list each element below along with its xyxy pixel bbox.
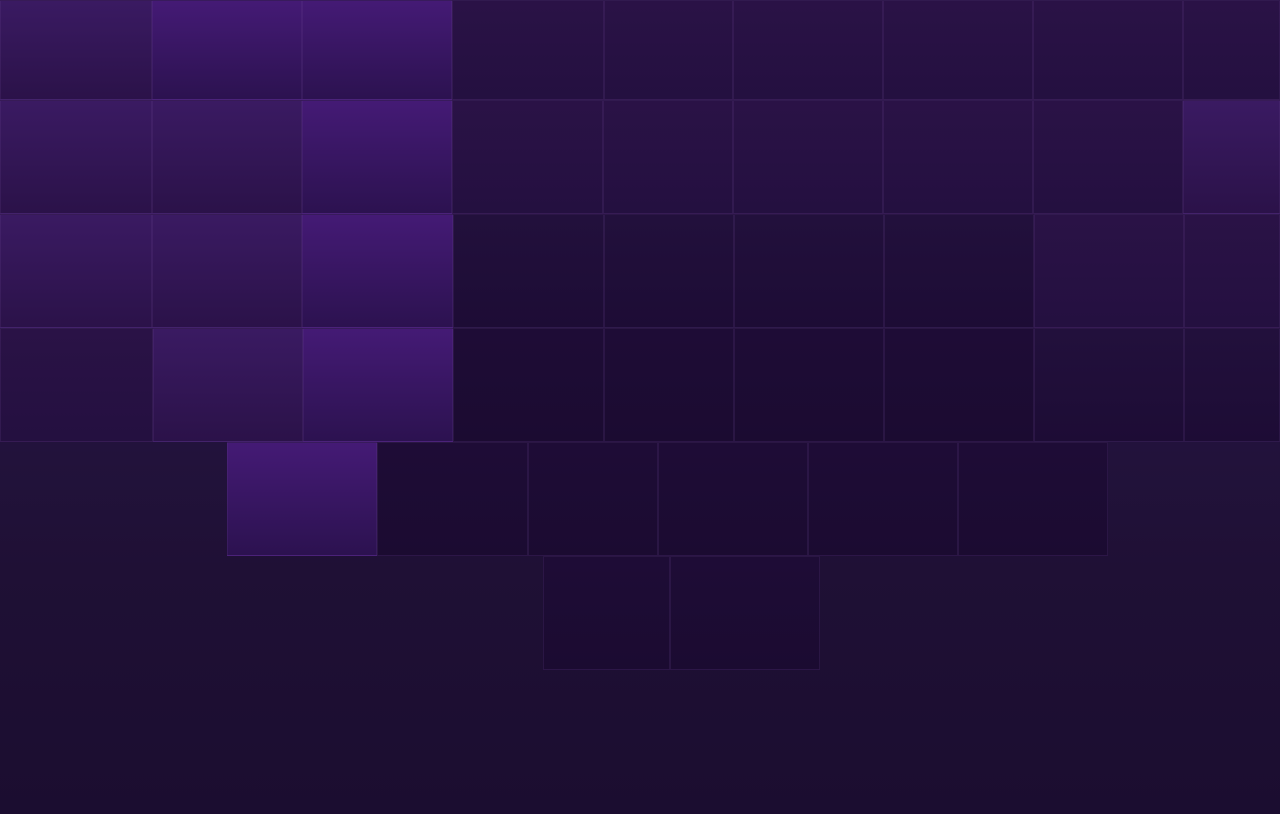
grid-tile: [733, 0, 883, 100]
grid-tile: [884, 328, 1034, 442]
grid-tile: [1033, 0, 1183, 100]
grid-tile: [604, 214, 734, 328]
grid-tile: [734, 328, 884, 442]
grid-tile: [603, 100, 733, 214]
grid-tile: [1184, 214, 1280, 328]
grid-tile: [452, 100, 603, 214]
grid-tile: [0, 0, 152, 100]
grid-tile: [152, 100, 302, 214]
grid-tile: [1184, 328, 1280, 442]
grid-tile: [1034, 328, 1184, 442]
grid-tile: [377, 442, 528, 556]
grid-tile: [0, 100, 152, 214]
grid-tile: [153, 328, 303, 442]
tiled-purple-background: [0, 0, 1280, 814]
grid-tile: [734, 214, 884, 328]
grid-tile: [1034, 214, 1184, 328]
grid-tile: [302, 214, 453, 328]
grid-tile: [1033, 100, 1183, 214]
grid-tile: [658, 442, 808, 556]
grid-tile: [883, 100, 1033, 214]
grid-tile: [302, 0, 452, 100]
grid-tile: [1183, 100, 1280, 214]
grid-tile: [808, 442, 958, 556]
grid-tile: [883, 0, 1033, 100]
grid-tile: [152, 214, 302, 328]
grid-tile: [453, 214, 604, 328]
grid-tile: [884, 214, 1034, 328]
grid-tile: [958, 442, 1108, 556]
grid-tile: [152, 0, 302, 100]
grid-tile: [528, 442, 658, 556]
grid-tile: [0, 328, 153, 442]
grid-tile: [670, 556, 820, 670]
grid-tile: [733, 100, 883, 214]
grid-tile: [543, 556, 670, 670]
grid-tile: [604, 0, 733, 100]
grid-tile: [302, 100, 452, 214]
grid-tile: [452, 0, 604, 100]
grid-tile: [303, 328, 453, 442]
grid-tile: [1183, 0, 1280, 100]
grid-tile: [227, 442, 377, 556]
grid-tile: [0, 214, 152, 328]
grid-tile: [604, 328, 734, 442]
grid-tile: [453, 328, 604, 442]
